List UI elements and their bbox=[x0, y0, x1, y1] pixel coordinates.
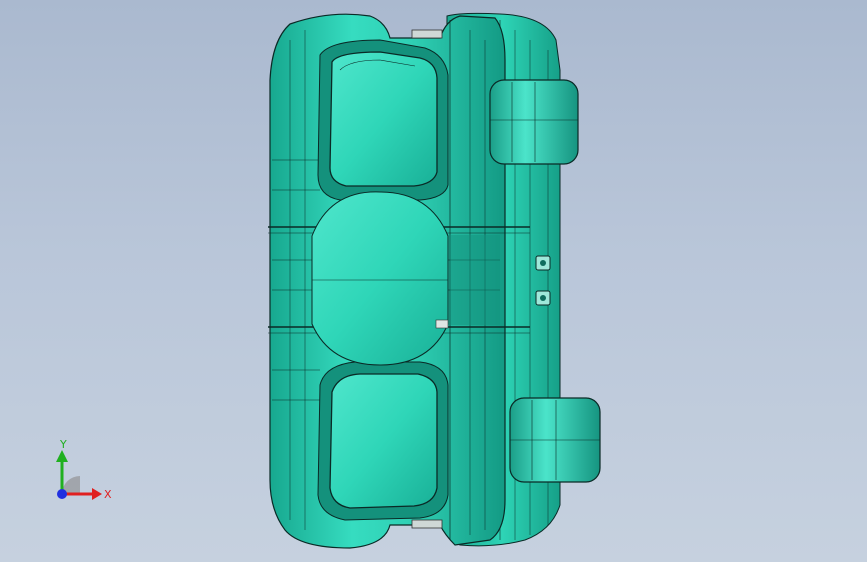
fastener-upper[interactable] bbox=[535, 255, 551, 271]
hinge-bottom bbox=[411, 519, 443, 529]
orientation-triad[interactable]: Y X bbox=[40, 436, 120, 516]
seat-cushion-model[interactable] bbox=[0, 0, 867, 562]
x-axis-label: X bbox=[104, 488, 112, 501]
z-axis-dot bbox=[57, 489, 67, 499]
y-axis-label: Y bbox=[59, 438, 67, 451]
center-bolster bbox=[311, 191, 449, 366]
y-axis-arrow bbox=[56, 450, 68, 462]
lower-armrest[interactable] bbox=[509, 397, 601, 483]
upper-armrest[interactable] bbox=[489, 79, 579, 165]
hinge-top bbox=[411, 29, 443, 39]
lower-seat-recess bbox=[317, 361, 449, 521]
center-clip bbox=[435, 319, 449, 329]
upper-seat-recess bbox=[317, 39, 449, 201]
x-axis-arrow bbox=[92, 488, 102, 500]
fastener-lower[interactable] bbox=[535, 290, 551, 306]
graphics-viewport[interactable]: Y X bbox=[0, 0, 867, 562]
